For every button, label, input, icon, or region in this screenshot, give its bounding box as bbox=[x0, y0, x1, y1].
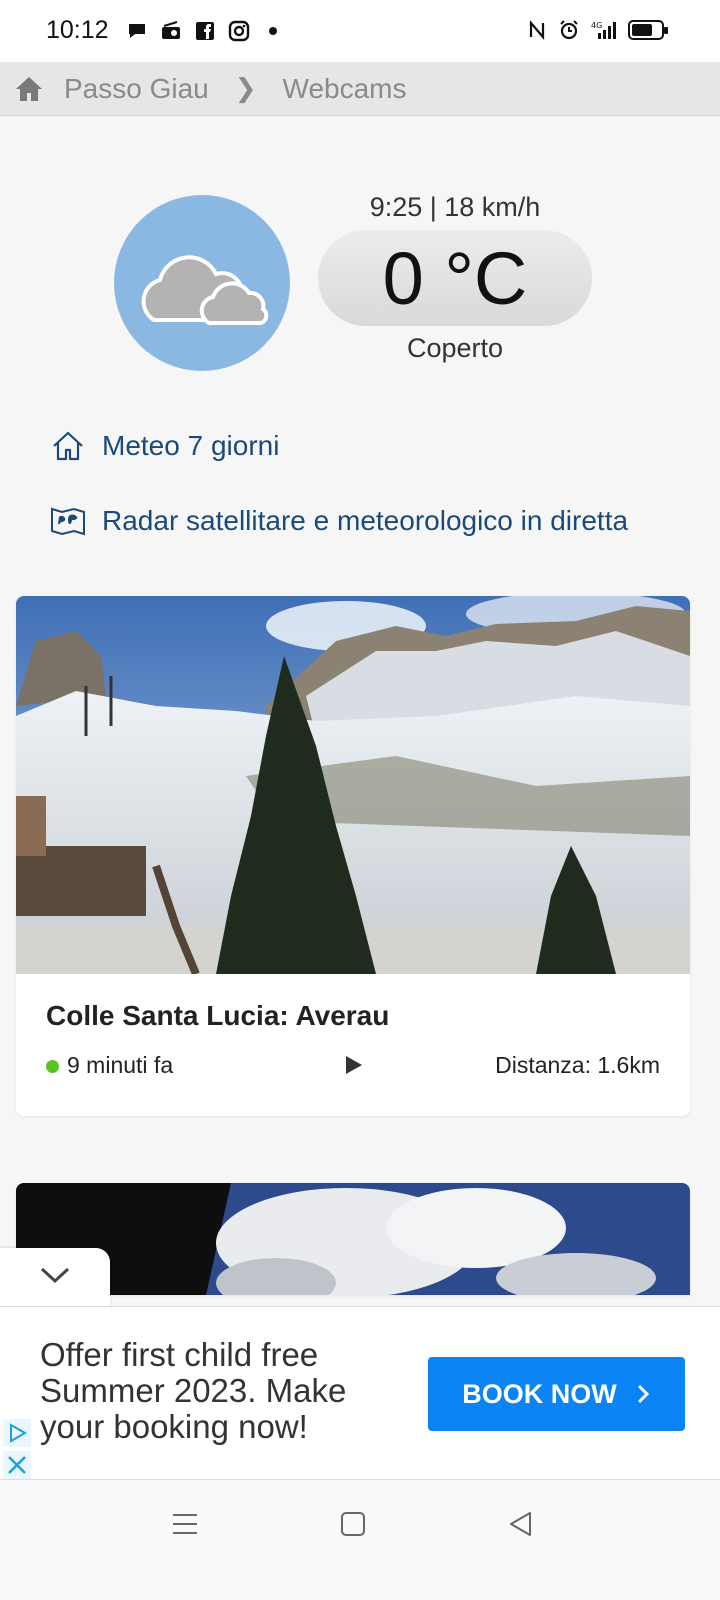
webcam-distance: Distanza: 1.6km bbox=[495, 1052, 660, 1078]
chat-icon bbox=[129, 24, 145, 38]
breadcrumb-item-webcams[interactable]: Webcams bbox=[283, 73, 407, 105]
signal-4g-icon: 4G bbox=[591, 21, 616, 39]
link-meteo-7-giorni[interactable]: Meteo 7 giorni bbox=[50, 428, 279, 464]
notification-icons bbox=[126, 20, 284, 42]
cloud-icon bbox=[141, 255, 269, 325]
link-label[interactable]: Meteo 7 giorni bbox=[102, 430, 279, 462]
book-now-label: BOOK NOW bbox=[462, 1378, 617, 1409]
link-radar[interactable]: Radar satellitare e meteorologico in dir… bbox=[50, 503, 628, 539]
back-triangle-icon[interactable] bbox=[506, 1509, 536, 1539]
link-label[interactable]: Radar satellitare e meteorologico in dir… bbox=[102, 505, 628, 537]
weather-icon-circle bbox=[114, 195, 290, 371]
home-square-icon[interactable] bbox=[338, 1509, 368, 1539]
webcam-image[interactable] bbox=[16, 1183, 690, 1295]
webcam-title[interactable]: Colle Santa Lucia: Averau bbox=[46, 1000, 389, 1032]
menu-icon[interactable] bbox=[170, 1509, 200, 1539]
ad-choices-button[interactable] bbox=[3, 1419, 31, 1447]
webcam-card[interactable]: Colle Santa Lucia: Averau 9 minuti fa Di… bbox=[16, 596, 690, 1116]
facebook-icon bbox=[196, 22, 214, 40]
webcam-image[interactable] bbox=[16, 596, 690, 974]
alarm-icon bbox=[560, 20, 578, 40]
live-status-dot bbox=[46, 1060, 59, 1073]
ad-close-button[interactable] bbox=[3, 1451, 31, 1479]
ad-choices-icon bbox=[10, 1423, 28, 1443]
house-outline-icon bbox=[53, 431, 83, 461]
home-icon[interactable] bbox=[14, 74, 44, 104]
breadcrumb-item-passo-giau[interactable]: Passo Giau bbox=[64, 73, 209, 105]
status-time: 10:12 bbox=[46, 16, 109, 44]
temperature-display: 0 °C bbox=[318, 230, 592, 326]
breadcrumb: Passo Giau ❯ Webcams bbox=[0, 62, 720, 116]
dot-icon bbox=[269, 27, 277, 35]
ad-banner[interactable]: Offer first child free Summer 2023. Make… bbox=[0, 1306, 720, 1480]
play-icon[interactable] bbox=[344, 1054, 364, 1076]
world-map-icon bbox=[51, 507, 85, 536]
radio-icon bbox=[162, 21, 180, 39]
ad-text[interactable]: Offer first child free Summer 2023. Make… bbox=[40, 1337, 400, 1445]
weather-time-wind: 9:25 | 18 km/h bbox=[369, 192, 541, 222]
status-bar: 10:12 4G bbox=[0, 0, 720, 62]
battery-icon bbox=[628, 20, 668, 40]
webcam-updated-ago: 9 minuti fa bbox=[67, 1052, 174, 1078]
book-now-button[interactable]: BOOK NOW bbox=[428, 1357, 685, 1431]
webcam-card[interactable] bbox=[16, 1183, 690, 1295]
system-icons: 4G bbox=[526, 19, 668, 41]
breadcrumb-separator: ❯ bbox=[234, 73, 257, 103]
weather-condition: Coperto bbox=[406, 333, 504, 363]
nfc-icon bbox=[529, 20, 545, 40]
chevron-down-icon bbox=[40, 1267, 70, 1284]
instagram-icon bbox=[228, 20, 250, 42]
ad-collapse-button[interactable] bbox=[0, 1248, 110, 1306]
webcam-meta: 9 minuti fa Distanza: 1.6km bbox=[46, 1052, 660, 1082]
svg-text:4G: 4G bbox=[591, 21, 602, 30]
chevron-right-icon bbox=[637, 1384, 649, 1404]
close-icon bbox=[8, 1456, 26, 1474]
system-nav-bar bbox=[0, 1481, 720, 1600]
